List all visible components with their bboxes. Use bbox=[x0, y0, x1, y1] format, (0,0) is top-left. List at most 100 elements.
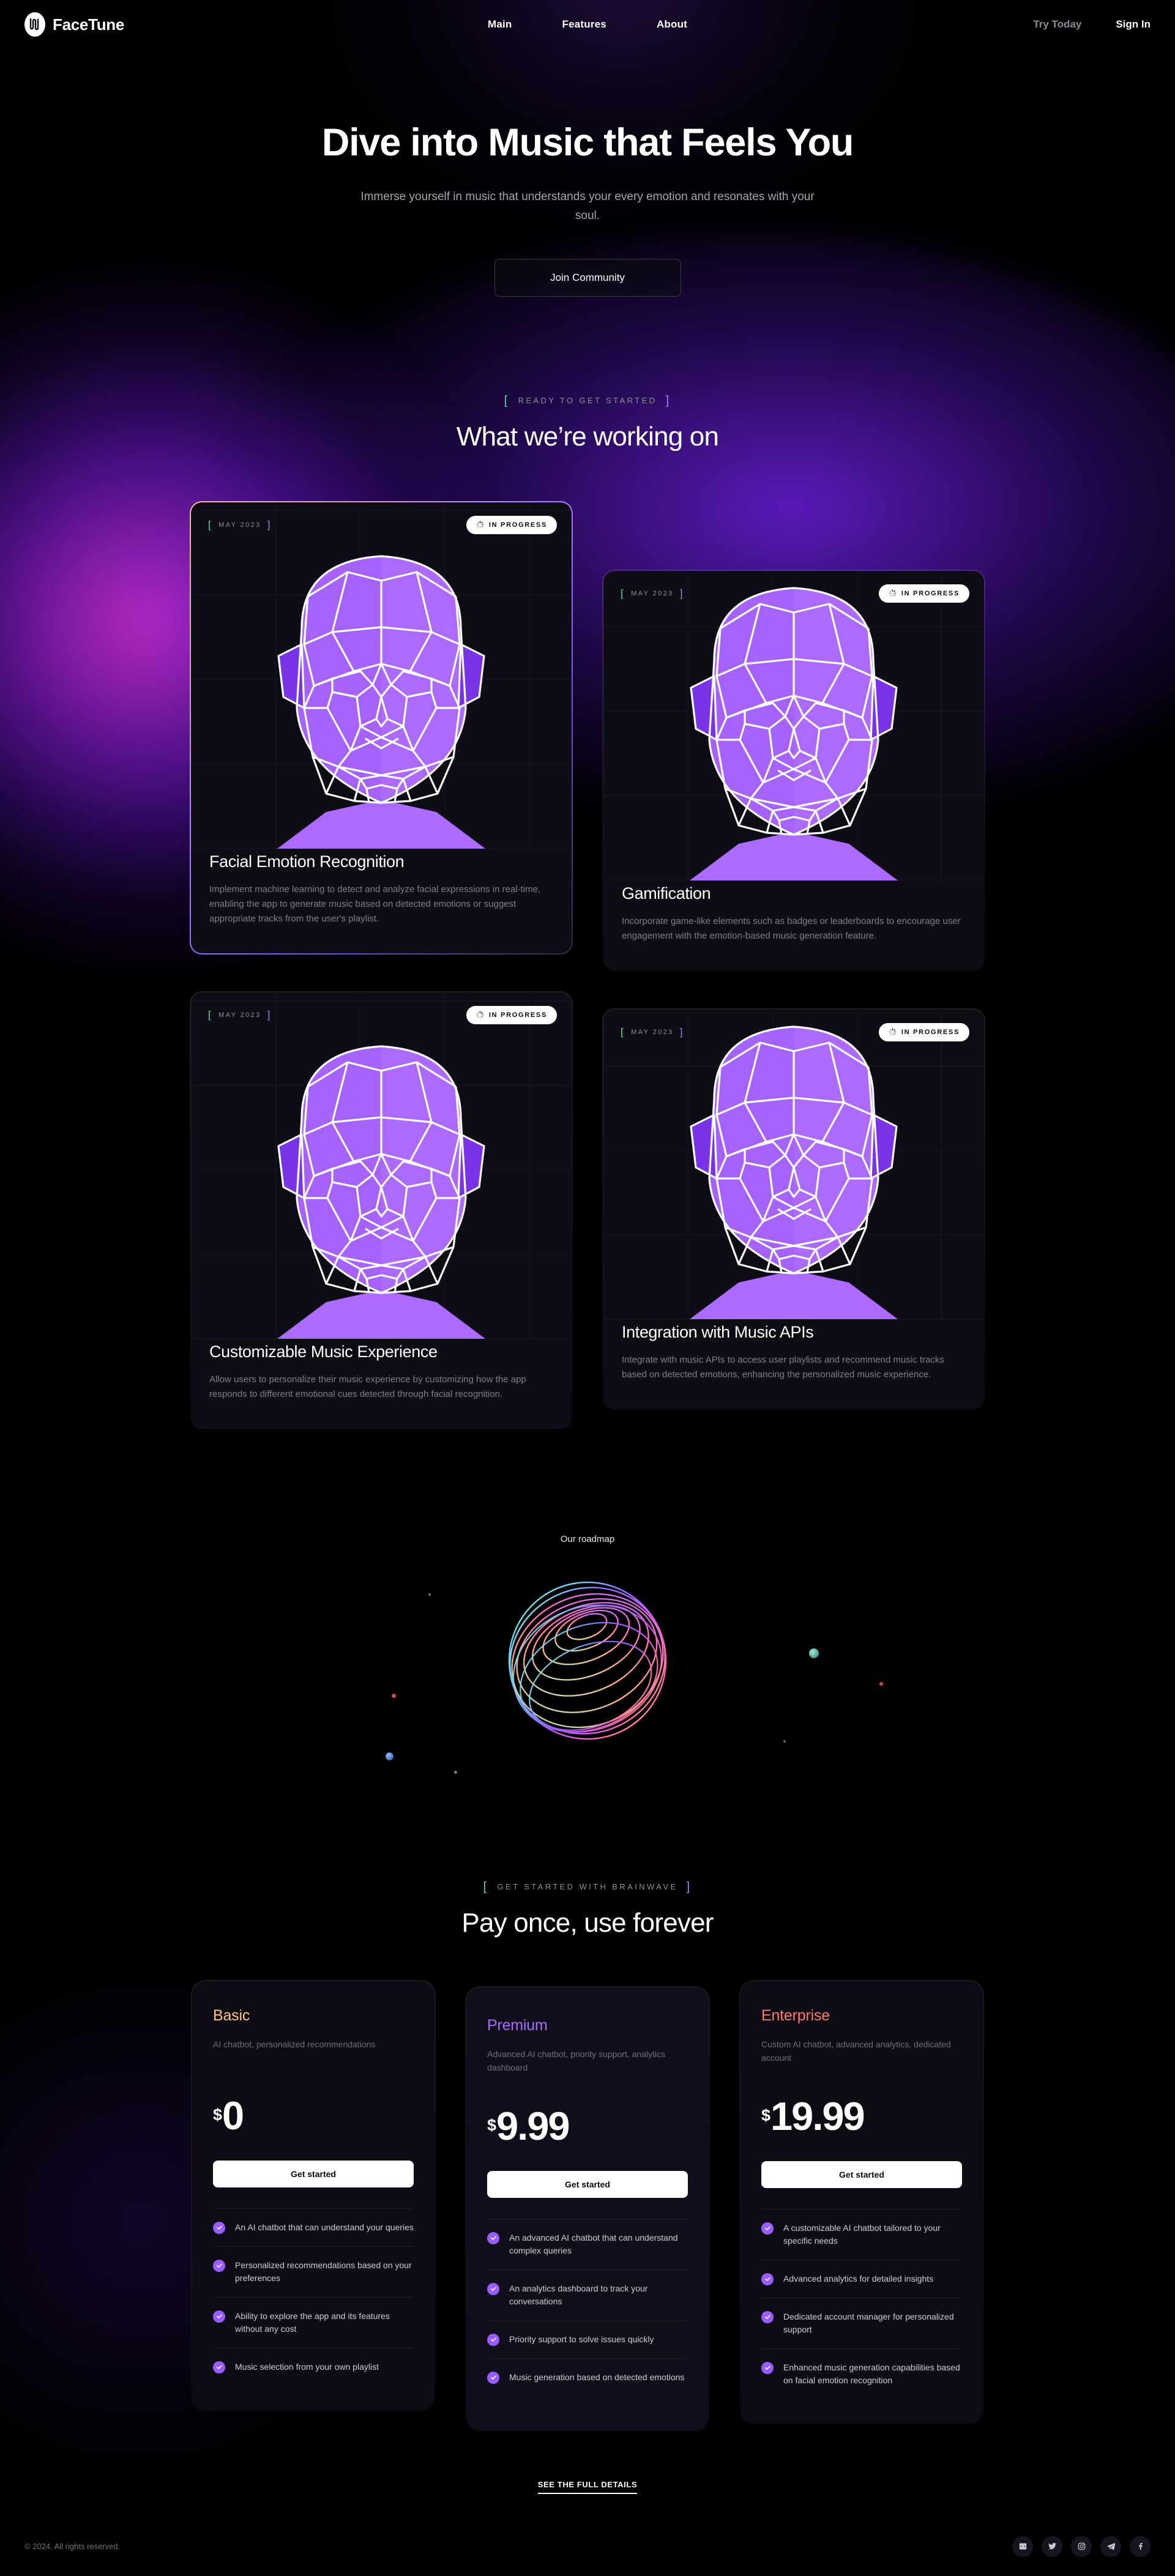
card-illustration bbox=[603, 574, 984, 880]
roadmap-card[interactable]: [ MAY 2023 ] bbox=[190, 501, 573, 955]
status-badge-label: IN PROGRESS bbox=[488, 1011, 547, 1019]
plan-description: AI chatbot, personalized recommendations bbox=[213, 2039, 376, 2049]
get-started-button[interactable]: Get started bbox=[761, 2161, 962, 2188]
status-badge-label: IN PROGRESS bbox=[901, 589, 960, 597]
card-title: Gamification bbox=[622, 884, 711, 903]
star-dot bbox=[783, 1740, 786, 1743]
currency-symbol: $ bbox=[761, 2106, 771, 2125]
bracket-right: ] bbox=[686, 1880, 692, 1894]
feature-item: Dedicated account manager for personaliz… bbox=[761, 2297, 962, 2348]
check-icon bbox=[761, 2273, 774, 2285]
status-badge-label: IN PROGRESS bbox=[488, 521, 547, 529]
feature-item: An advanced AI chatbot that can understa… bbox=[487, 2218, 688, 2269]
try-today-link[interactable]: Try Today bbox=[1033, 18, 1081, 31]
check-icon bbox=[487, 2371, 499, 2384]
card-date: MAY 2023 bbox=[218, 1011, 261, 1019]
nav-item-about[interactable]: About bbox=[657, 18, 687, 31]
plan-features: An advanced AI chatbot that can understa… bbox=[487, 2218, 688, 2396]
star-dot bbox=[428, 1593, 431, 1596]
bracket-left: [ bbox=[208, 519, 213, 531]
feature-item: Ability to explore the app and its featu… bbox=[213, 2296, 414, 2348]
check-icon bbox=[487, 2333, 499, 2346]
instagram-icon[interactable] bbox=[1071, 2536, 1092, 2557]
plan-name: Basic bbox=[213, 2006, 250, 2024]
currency-symbol: $ bbox=[213, 2105, 223, 2124]
globe-label: Our roadmap bbox=[560, 1533, 615, 1544]
get-started-button[interactable]: Get started bbox=[213, 2160, 414, 2187]
card-illustration bbox=[191, 996, 572, 1339]
nav-item-features[interactable]: Features bbox=[562, 18, 606, 31]
status-badge-label: IN PROGRESS bbox=[901, 1028, 960, 1036]
brand-logo[interactable]: FaceTune bbox=[24, 12, 196, 37]
feature-text: Music selection from your own playlist bbox=[235, 2361, 379, 2372]
check-icon bbox=[213, 2310, 225, 2323]
bracket-left: [ bbox=[208, 1009, 213, 1021]
pricing-title: Pay once, use forever bbox=[461, 1907, 714, 1938]
feature-item: Priority support to solve issues quickly bbox=[487, 2320, 688, 2358]
price-amount: 0 bbox=[222, 2093, 244, 2138]
brand-name: FaceTune bbox=[53, 15, 125, 34]
check-icon bbox=[487, 2282, 499, 2295]
facebook-icon[interactable] bbox=[1130, 2536, 1151, 2557]
feature-text: An advanced AI chatbot that can understa… bbox=[509, 2232, 678, 2255]
roadmap-eyebrow: [ READY TO GET STARTED ] bbox=[0, 395, 1175, 407]
copyright-text: © 2024. All rights reserved. bbox=[24, 2542, 121, 2552]
social-links bbox=[1012, 2536, 1151, 2557]
card-date: MAY 2023 bbox=[218, 521, 261, 529]
price-amount: 19.99 bbox=[770, 2094, 865, 2139]
price-amount: 9.99 bbox=[496, 2104, 570, 2149]
feature-item: Enhanced music generation capabilities b… bbox=[761, 2348, 962, 2399]
roadmap-globe-section: Our roadmap bbox=[0, 1534, 1175, 1826]
roadmap-card[interactable]: [ MAY 2023 ] bbox=[602, 569, 985, 972]
plan-features: A customizable AI chatbot tailored to yo… bbox=[761, 2208, 962, 2399]
twitter-icon[interactable] bbox=[1042, 2536, 1062, 2557]
header-actions: Try Today Sign In bbox=[979, 18, 1151, 31]
card-title: Customizable Music Experience bbox=[209, 1342, 438, 1361]
feature-item: A customizable AI chatbot tailored to yo… bbox=[761, 2208, 962, 2260]
sign-in-button[interactable]: Sign In bbox=[1116, 18, 1151, 31]
plan-price: $ 0 bbox=[213, 2093, 414, 2138]
feature-text: Music generation based on detected emoti… bbox=[509, 2372, 685, 2382]
roadmap-card[interactable]: [ MAY 2023 ] bbox=[602, 1008, 985, 1410]
roadmap-card[interactable]: [ MAY 2023 ] bbox=[190, 991, 573, 1430]
pricing-card-enterprise[interactable]: Enterprise Custom AI chatbot, advanced a… bbox=[739, 1979, 984, 2425]
join-community-button[interactable]: Join Community bbox=[494, 258, 681, 297]
card-date-tag: [ MAY 2023 ] bbox=[621, 588, 684, 598]
currency-symbol: $ bbox=[487, 2116, 497, 2135]
star-dot bbox=[809, 1648, 819, 1658]
feature-text: A customizable AI chatbot tailored to yo… bbox=[783, 2222, 941, 2246]
soundwave-logo-icon bbox=[24, 12, 45, 37]
check-icon bbox=[761, 2361, 774, 2374]
feature-text: Dedicated account manager for personaliz… bbox=[783, 2311, 954, 2334]
card-date: MAY 2023 bbox=[631, 589, 674, 597]
see-full-details-label[interactable]: SEE THE FULL DETAILS bbox=[537, 2479, 638, 2494]
telegram-icon[interactable] bbox=[1100, 2536, 1121, 2557]
pricing-card-premium[interactable]: Premium Advanced AI chatbot, priority su… bbox=[465, 1986, 710, 2432]
nav-item-main[interactable]: Main bbox=[488, 18, 512, 31]
bracket-right: ] bbox=[679, 1026, 684, 1038]
spinner-icon bbox=[889, 589, 897, 597]
feature-text: Priority support to solve issues quickly bbox=[509, 2334, 654, 2344]
feature-item: Personalized recommendations based on yo… bbox=[213, 2246, 414, 2297]
see-full-details-link[interactable]: SEE THE FULL DETAILS bbox=[0, 2479, 1175, 2494]
feature-text: Ability to explore the app and its featu… bbox=[235, 2310, 390, 2334]
get-started-button[interactable]: Get started bbox=[487, 2170, 688, 2198]
roadmap-eyebrow-text: READY TO GET STARTED bbox=[518, 396, 657, 406]
feature-text: Personalized recommendations based on yo… bbox=[235, 2260, 412, 2283]
hero-title: Dive into Music that Feels You bbox=[321, 121, 854, 164]
low-poly-face-icon bbox=[653, 1010, 934, 1319]
feature-item: An analytics dashboard to track your con… bbox=[487, 2269, 688, 2320]
main-nav: Main Features About bbox=[196, 18, 979, 31]
pricing-card-basic[interactable]: Basic AI chatbot, personalized recommend… bbox=[191, 1979, 436, 2411]
bracket-right: ] bbox=[267, 1009, 272, 1021]
star-dot bbox=[879, 1681, 883, 1686]
status-badge: IN PROGRESS bbox=[466, 515, 557, 534]
discord-icon[interactable] bbox=[1012, 2536, 1033, 2557]
roadmap-title: What we’re working on bbox=[456, 421, 719, 452]
plan-price: $ 9.99 bbox=[487, 2104, 688, 2149]
pricing-cards: Basic AI chatbot, personalized recommend… bbox=[0, 1979, 1175, 2432]
low-poly-face-icon bbox=[653, 571, 934, 880]
bracket-right: ] bbox=[679, 587, 684, 600]
spinner-icon bbox=[889, 1028, 897, 1036]
status-badge: IN PROGRESS bbox=[466, 1005, 557, 1024]
